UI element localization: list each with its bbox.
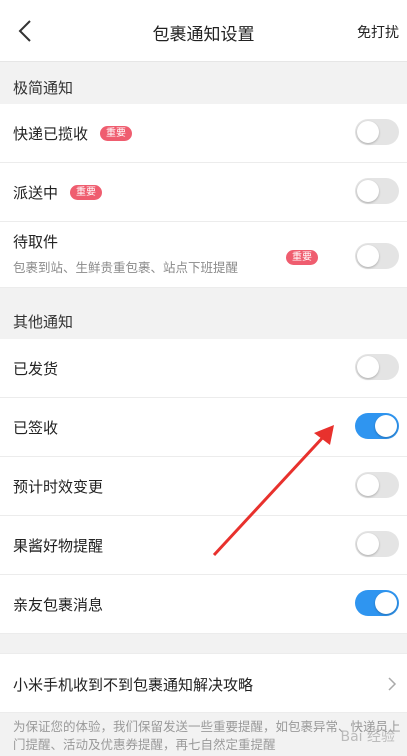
setting-row-signed: 已签收	[0, 398, 407, 457]
toggle-awaiting-pickup[interactable]	[355, 243, 399, 269]
toggle-knob	[357, 474, 379, 496]
toggle-knob	[357, 180, 379, 202]
toggle-goods-reminder[interactable]	[355, 531, 399, 557]
toggle-family-package[interactable]	[355, 590, 399, 616]
important-tag: 重要	[286, 250, 318, 265]
toggle-knob	[357, 356, 379, 378]
section-header-other: 其他通知	[0, 300, 407, 344]
setting-label: 已签收	[13, 419, 59, 437]
setting-row-awaiting-pickup: 待取件 包裹到站、生鲜贵重包裹、站点下班提醒 重要	[0, 222, 407, 288]
toggle-picked-up[interactable]	[355, 119, 399, 145]
setting-label: 待取件	[13, 233, 59, 251]
toggle-knob	[357, 533, 379, 555]
setting-label: 亲友包裹消息	[13, 596, 104, 614]
toggle-knob	[357, 245, 379, 267]
nav-header: 包裹通知设置 免打扰	[0, 0, 407, 62]
toggle-knob	[357, 121, 379, 143]
setting-label: 果酱好物提醒	[13, 537, 104, 555]
important-tag: 重要	[70, 185, 102, 200]
link-label: 小米手机收到不到包裹通知解决攻略	[13, 676, 254, 694]
toggle-eta-change[interactable]	[355, 472, 399, 498]
page-title: 包裹通知设置	[152, 25, 255, 45]
chevron-right-icon	[388, 677, 397, 691]
setting-label: 已发货	[13, 360, 59, 378]
baidu-watermark: Bai 经验	[340, 729, 395, 745]
setting-row-delivering: 派送中 重要	[0, 163, 407, 222]
toggle-knob	[375, 592, 397, 614]
setting-row-goods-reminder: 果酱好物提醒	[0, 516, 407, 575]
setting-label: 派送中	[13, 184, 59, 202]
solution-guide-link[interactable]: 小米手机收到不到包裹通知解决攻略	[0, 653, 407, 713]
setting-label: 快递已揽收	[13, 125, 89, 143]
important-tag: 重要	[100, 126, 132, 141]
setting-row-family-package: 亲友包裹消息	[0, 575, 407, 634]
toggle-knob	[375, 415, 397, 437]
toggle-delivering[interactable]	[355, 178, 399, 204]
setting-row-picked-up: 快递已揽收 重要	[0, 104, 407, 163]
toggle-shipped[interactable]	[355, 354, 399, 380]
setting-description: 包裹到站、生鲜贵重包裹、站点下班提醒	[13, 260, 239, 275]
setting-row-shipped: 已发货	[0, 339, 407, 398]
setting-label: 预计时效变更	[13, 478, 104, 496]
setting-row-eta-change: 预计时效变更	[0, 457, 407, 516]
do-not-disturb-button[interactable]: 免打扰	[357, 22, 399, 42]
toggle-signed[interactable]	[355, 413, 399, 439]
